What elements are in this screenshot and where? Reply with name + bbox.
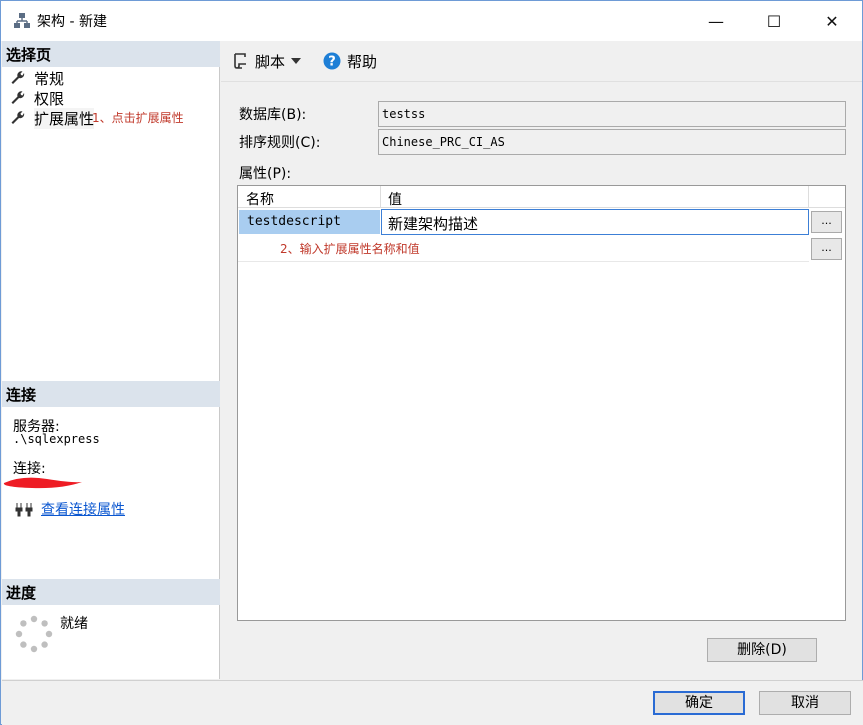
- ellipsis-button[interactable]: ...: [811, 238, 842, 260]
- database-field: testss: [378, 101, 846, 127]
- progress-header: 进度: [2, 579, 220, 605]
- script-button[interactable]: 脚本: [231, 51, 313, 72]
- progress-spinner-icon: [15, 615, 53, 653]
- connection-header: 连接: [2, 381, 220, 407]
- window-title: 架构 - 新建: [37, 14, 107, 30]
- help-label: 帮助: [347, 52, 378, 71]
- column-divider: [808, 186, 809, 208]
- grid-header: 名称 值: [238, 186, 845, 208]
- database-label: 数据库(B):: [239, 107, 307, 123]
- close-button[interactable]: ✕: [803, 1, 861, 41]
- view-connection-properties-link[interactable]: 查看连接属性: [41, 499, 125, 519]
- annotation-click-extended: 1、点击扩展属性: [92, 111, 184, 125]
- row-divider: [238, 261, 809, 262]
- page-item-label: 权限: [34, 89, 65, 108]
- dialog-window: 架构 - 新建 — ☐ ✕ 选择页 常规 权限 扩展属性 1、点击扩展属性 连接…: [0, 0, 863, 725]
- wrench-icon: [11, 71, 25, 84]
- cancel-button[interactable]: 取消: [759, 691, 851, 715]
- server-value: .\sqlexpress: [13, 432, 100, 446]
- script-icon: [234, 53, 246, 69]
- column-header-name: 名称: [246, 192, 274, 208]
- ok-button[interactable]: 确定: [653, 691, 745, 715]
- wrench-icon: [11, 91, 25, 104]
- right-panel: 脚本 ? 帮助 数据库(B): testss 排序规则(C): Chinese_…: [221, 41, 862, 679]
- column-header-value: 值: [388, 192, 402, 208]
- select-page-header: 选择页: [2, 41, 220, 67]
- delete-button[interactable]: 删除(D): [707, 638, 817, 662]
- page-item-label: 常规: [34, 69, 65, 88]
- script-label: 脚本: [255, 52, 286, 71]
- schema-icon: [14, 13, 30, 28]
- help-button[interactable]: ? 帮助: [323, 51, 377, 72]
- wrench-icon: [11, 111, 25, 124]
- svg-text:?: ?: [328, 55, 336, 70]
- minimize-button[interactable]: —: [687, 1, 745, 41]
- properties-label: 属性(P):: [239, 166, 292, 182]
- properties-grid: 名称 值 testdescript 新建架构描述 ... ... 2、输入扩展属…: [237, 185, 846, 621]
- chevron-down-icon[interactable]: [291, 56, 302, 66]
- page-item-extended-properties[interactable]: 扩展属性: [10, 107, 95, 129]
- collation-label: 排序规则(C):: [239, 135, 321, 151]
- dialog-footer: 确定 取消: [2, 680, 863, 725]
- column-divider: [380, 186, 381, 208]
- collation-field: Chinese_PRC_CI_AS: [378, 129, 846, 155]
- annotation-enter-name-value: 2、输入扩展属性名称和值: [280, 242, 420, 256]
- page-item-permissions[interactable]: 权限: [10, 88, 64, 108]
- toolbar-divider: [221, 81, 862, 82]
- toolbar: 脚本 ? 帮助: [221, 41, 862, 81]
- connection-properties-icon: [15, 503, 33, 517]
- redaction-mark: [3, 477, 82, 489]
- maximize-button[interactable]: ☐: [745, 1, 803, 41]
- help-icon: ?: [323, 52, 341, 70]
- page-item-general[interactable]: 常规: [10, 68, 64, 88]
- property-name-cell[interactable]: testdescript: [239, 210, 380, 234]
- title-bar: 架构 - 新建 — ☐ ✕: [1, 1, 862, 41]
- property-value-cell[interactable]: 新建架构描述: [381, 209, 809, 235]
- progress-status: 就绪: [60, 616, 88, 632]
- ellipsis-button[interactable]: ...: [811, 211, 842, 233]
- left-panel: 选择页 常规 权限 扩展属性 1、点击扩展属性 连接 服务器: .\sqlexp…: [2, 41, 220, 679]
- page-item-label: 扩展属性: [34, 107, 95, 129]
